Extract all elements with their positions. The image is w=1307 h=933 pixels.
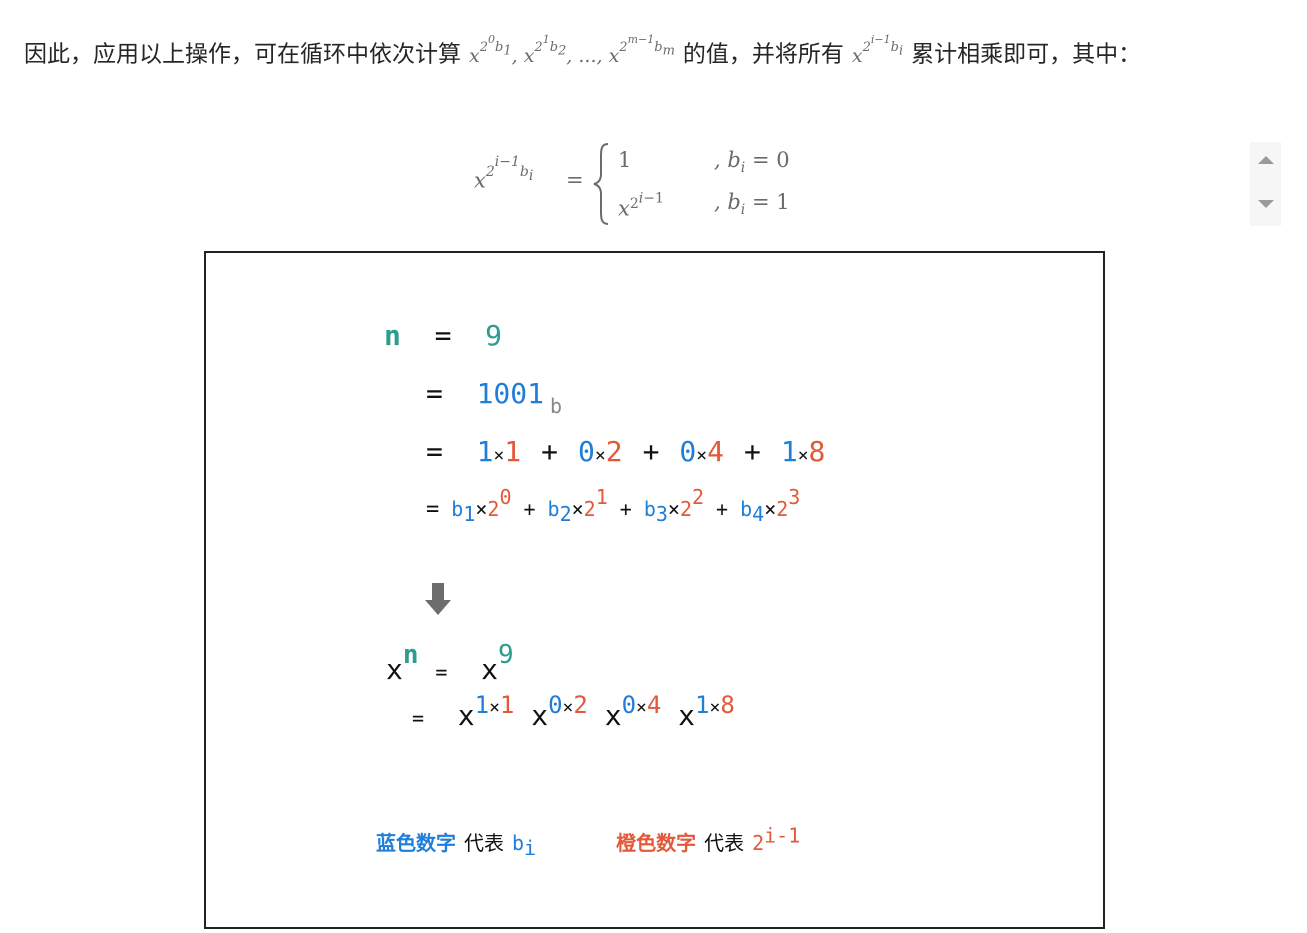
legend-blue-symbol: bi <box>512 831 537 860</box>
figure-line-b-terms: = b1×20 + b2×21 + b3×22 + b4×23 <box>426 485 801 526</box>
paragraph-text-3: 累计相乘即可，其中： <box>911 41 1142 68</box>
illustration-figure: n = 9 = 1001 b = 1×1 +0×2 +0×4 +1×8 = b1×20 + b… <box>204 251 1105 929</box>
legend-orange-label: 橙色数字 <box>616 831 697 855</box>
n-value: 9 <box>485 319 503 352</box>
figure-line-xn: xn = x9 <box>386 639 514 686</box>
figure-legend: 蓝色数字 代表 bi 橙色数字 代表 2i-1 <box>376 823 801 860</box>
n-label: n <box>384 319 401 352</box>
down-arrow-icon <box>425 583 451 615</box>
legend-orange-symbol: 2i-1 <box>752 823 801 855</box>
figure-line-expansion: = 1×1 +0×2 +0×4 +1×8 <box>426 435 826 468</box>
math-inline-sequence: x20b1, x21b2, ..., x2m−1bm <box>469 33 675 67</box>
figure-line-n: n = 9 <box>384 319 503 352</box>
formula-case1-value: 1 <box>618 148 632 172</box>
paragraph-text-2: 的值，并将所有 <box>682 41 844 68</box>
figure-line-binary: = 1001 b <box>426 377 563 418</box>
paragraph-text-1: 因此，应用以上操作，可在循环中依次计算 <box>24 41 461 68</box>
scroll-up-icon[interactable] <box>1258 156 1274 164</box>
formula-case2-cond: , bi = 1 <box>714 190 790 219</box>
figure-line-x-product: = x1×1 x0×2 x0×4 x1×8 <box>412 690 735 732</box>
binary-suffix: b <box>550 394 563 418</box>
paragraph: 因此，应用以上操作，可在循环中依次计算 x20b1, x21b2, ..., x2… <box>24 22 1286 80</box>
piecewise-formula: x2i−1bi = 1 x2i−1 , bi = 0 , bi = 1 <box>470 142 830 230</box>
formula-equals: = <box>566 168 584 192</box>
formula-lhs: x2i−1bi <box>474 154 534 193</box>
binary-value: 1001 <box>476 377 545 410</box>
formula-case2-value: x2i−1 <box>618 190 664 221</box>
left-brace-icon <box>593 143 609 225</box>
scroll-down-icon[interactable] <box>1258 200 1274 208</box>
legend-blue-label: 蓝色数字 <box>376 831 456 855</box>
formula-case1-cond: , bi = 0 <box>714 148 790 177</box>
math-inline-term: x2i−1bi <box>851 33 904 67</box>
formula-scroller[interactable] <box>1250 142 1281 226</box>
